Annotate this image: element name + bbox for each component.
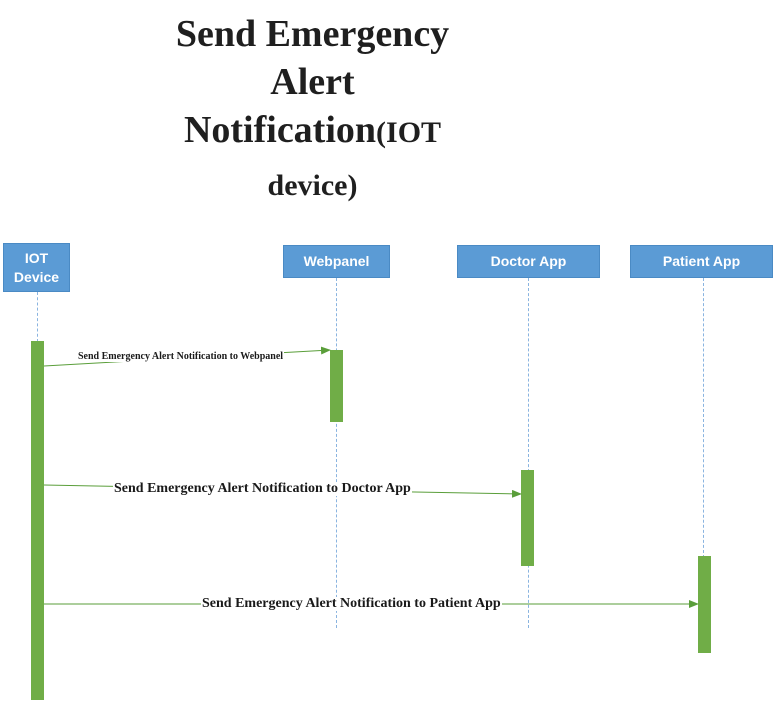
message-label-to-doctor-app: Send Emergency Alert Notification to Doc… <box>113 481 412 496</box>
message-label-to-webpanel: Send Emergency Alert Notification to Web… <box>77 351 285 362</box>
message-label-to-patient-app: Send Emergency Alert Notification to Pat… <box>201 596 502 611</box>
